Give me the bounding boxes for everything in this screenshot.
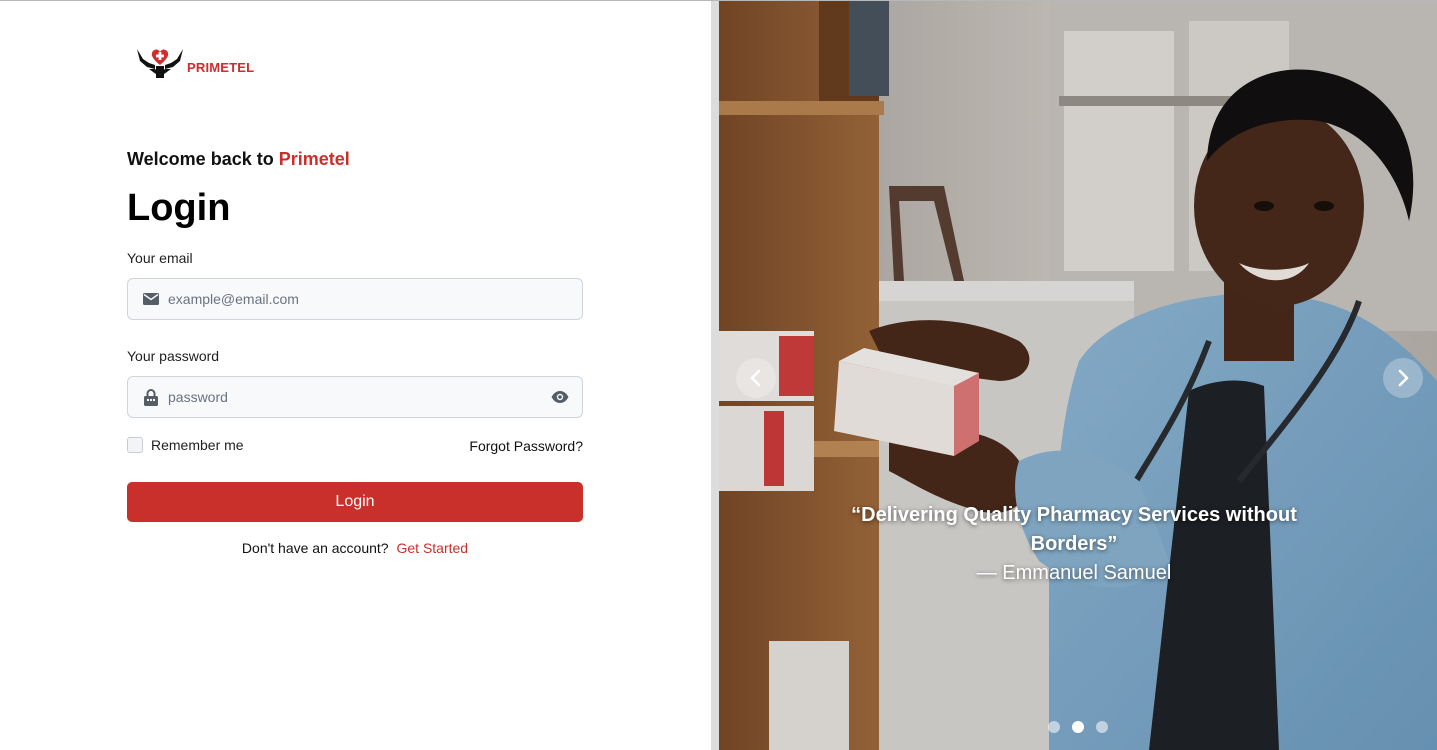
password-input[interactable]: [168, 377, 550, 417]
get-started-link[interactable]: Get Started: [396, 540, 468, 556]
logo-text: PRIMETEL: [187, 59, 255, 75]
login-button[interactable]: Login: [127, 482, 583, 522]
quote-text: “Delivering Quality Pharmacy Services wi…: [851, 504, 1297, 555]
welcome-prefix: Welcome back to: [127, 149, 274, 169]
hands-heart-logo-icon: [137, 49, 183, 78]
carousel-indicators: [1048, 721, 1108, 733]
carousel-dot-3[interactable]: [1096, 721, 1108, 733]
welcome-heading: Welcome back to Primetel: [127, 149, 350, 170]
email-label: Your email: [127, 250, 193, 266]
lock-icon: [143, 388, 159, 406]
testimonial-carousel: “Delivering Quality Pharmacy Services wi…: [719, 1, 1437, 750]
carousel-next-button[interactable]: [1383, 358, 1423, 398]
welcome-brand-name: Primetel: [278, 149, 350, 169]
remember-me-checkbox[interactable]: [127, 437, 143, 453]
chevron-left-icon: [750, 369, 761, 387]
primetel-logo: PRIMETEL: [135, 41, 254, 81]
login-panel: PRIMETEL Welcome back to Primetel Login …: [0, 1, 711, 750]
forgot-password-link[interactable]: Forgot Password?: [469, 438, 583, 454]
carousel-dot-2[interactable]: [1072, 721, 1084, 733]
page-title: Login: [127, 187, 231, 229]
carousel-prev-button[interactable]: [736, 358, 776, 398]
signup-prompt-text: Don't have an account?: [241, 540, 389, 556]
password-label: Your password: [127, 348, 220, 364]
email-input[interactable]: [168, 279, 582, 319]
carousel-dot-1[interactable]: [1048, 721, 1060, 733]
login-page: PRIMETEL Welcome back to Primetel Login …: [0, 0, 1437, 750]
password-field[interactable]: [127, 376, 583, 418]
remember-me-label: Remember me: [151, 437, 244, 453]
quote-author: — Emmanuel Samuel: [976, 562, 1172, 584]
chevron-right-icon: [1398, 369, 1409, 387]
panel-divider: [711, 1, 719, 750]
remember-me[interactable]: Remember me: [127, 437, 244, 453]
signup-prompt: Don't have an account? Get Started: [127, 540, 583, 556]
testimonial-quote: “Delivering Quality Pharmacy Services wi…: [819, 501, 1329, 587]
eye-icon[interactable]: [550, 387, 570, 407]
email-field[interactable]: [127, 278, 583, 320]
photo-overlay: [719, 1, 1437, 750]
envelope-icon: [143, 291, 159, 307]
